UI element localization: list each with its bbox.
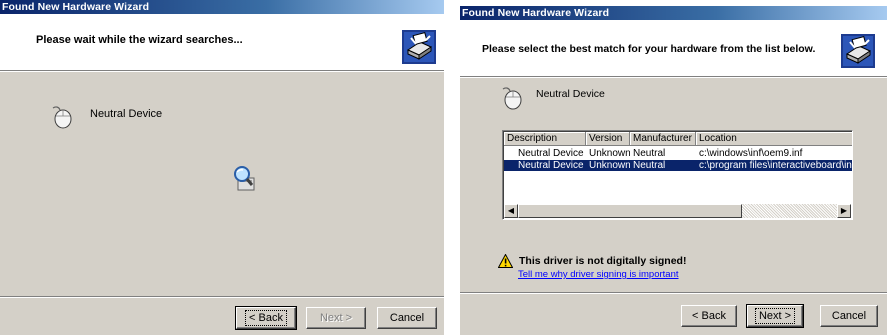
hardware-wizard-icon xyxy=(841,34,875,68)
header-text: Please select the best match for your ha… xyxy=(482,43,816,55)
device-row: Neutral Device xyxy=(500,86,605,110)
column-location[interactable]: Location xyxy=(696,132,852,146)
cell-version: Unknown xyxy=(589,148,630,159)
cell-manufacturer: Neutral xyxy=(633,160,666,171)
horizontal-scrollbar[interactable]: ◀ ▶ xyxy=(504,204,851,218)
window-title: Found New Hardware Wizard xyxy=(0,0,444,14)
cell-location: c:\windows\inf\oem9.inf xyxy=(699,148,803,159)
cell-description: Neutral Device xyxy=(518,148,584,159)
device-name: Neutral Device xyxy=(90,108,163,120)
warning-row: This driver is not digitally signed! xyxy=(498,254,686,268)
magnifier-search-icon xyxy=(234,166,255,191)
wizard-window-searching: Found New Hardware Wizard Please wait wh… xyxy=(0,0,444,335)
cell-location: c:\program files\interactiveboard\int xyxy=(699,160,853,171)
cancel-button[interactable]: Cancel xyxy=(377,307,437,329)
header-text: Please wait while the wizard searches... xyxy=(36,34,243,46)
warning-title: This driver is not digitally signed! xyxy=(519,255,687,267)
button-separator xyxy=(460,292,887,294)
device-name: Neutral Device xyxy=(536,88,605,100)
hardware-wizard-icon xyxy=(402,30,436,64)
back-button-label: < Back xyxy=(245,310,287,326)
back-button[interactable]: < Back xyxy=(235,306,297,330)
wizard-header: Please select the best match for your ha… xyxy=(460,20,887,78)
device-row: Neutral Device xyxy=(50,105,162,129)
list-row-selected[interactable]: Neutral Device Unknown Neutral c:\progra… xyxy=(504,160,853,171)
window-title: Found New Hardware Wizard xyxy=(460,6,887,20)
scroll-right-arrow-icon[interactable]: ▶ xyxy=(837,204,851,218)
cell-manufacturer: Neutral xyxy=(633,148,666,159)
cell-version: Unknown xyxy=(589,160,630,171)
scrollbar-thumb[interactable] xyxy=(518,204,742,218)
wizard-window-select-driver: Found New Hardware Wizard Please select … xyxy=(460,6,887,335)
column-manufacturer[interactable]: Manufacturer xyxy=(630,132,696,146)
cell-description: Neutral Device xyxy=(518,160,584,171)
back-button[interactable]: < Back xyxy=(681,305,737,327)
mouse-device-icon xyxy=(502,87,522,110)
column-description[interactable]: Description xyxy=(504,132,586,146)
warning-icon xyxy=(498,254,513,268)
wizard-header: Please wait while the wizard searches... xyxy=(0,14,444,72)
driver-signing-link[interactable]: Tell me why driver signing is important xyxy=(518,269,679,280)
scroll-left-arrow-icon[interactable]: ◀ xyxy=(504,204,518,218)
list-row[interactable]: Neutral Device Unknown Neutral c:\window… xyxy=(504,148,852,159)
next-button-label: Next > xyxy=(754,308,796,324)
driver-list[interactable]: Description Version Manufacturer Locatio… xyxy=(502,130,853,220)
cancel-button[interactable]: Cancel xyxy=(820,305,878,327)
mouse-device-icon xyxy=(52,106,72,129)
next-button[interactable]: Next > xyxy=(746,304,804,328)
list-header: Description Version Manufacturer Locatio… xyxy=(504,132,852,146)
next-button[interactable]: Next > xyxy=(306,307,366,329)
button-separator xyxy=(0,296,444,298)
column-version[interactable]: Version xyxy=(586,132,630,146)
